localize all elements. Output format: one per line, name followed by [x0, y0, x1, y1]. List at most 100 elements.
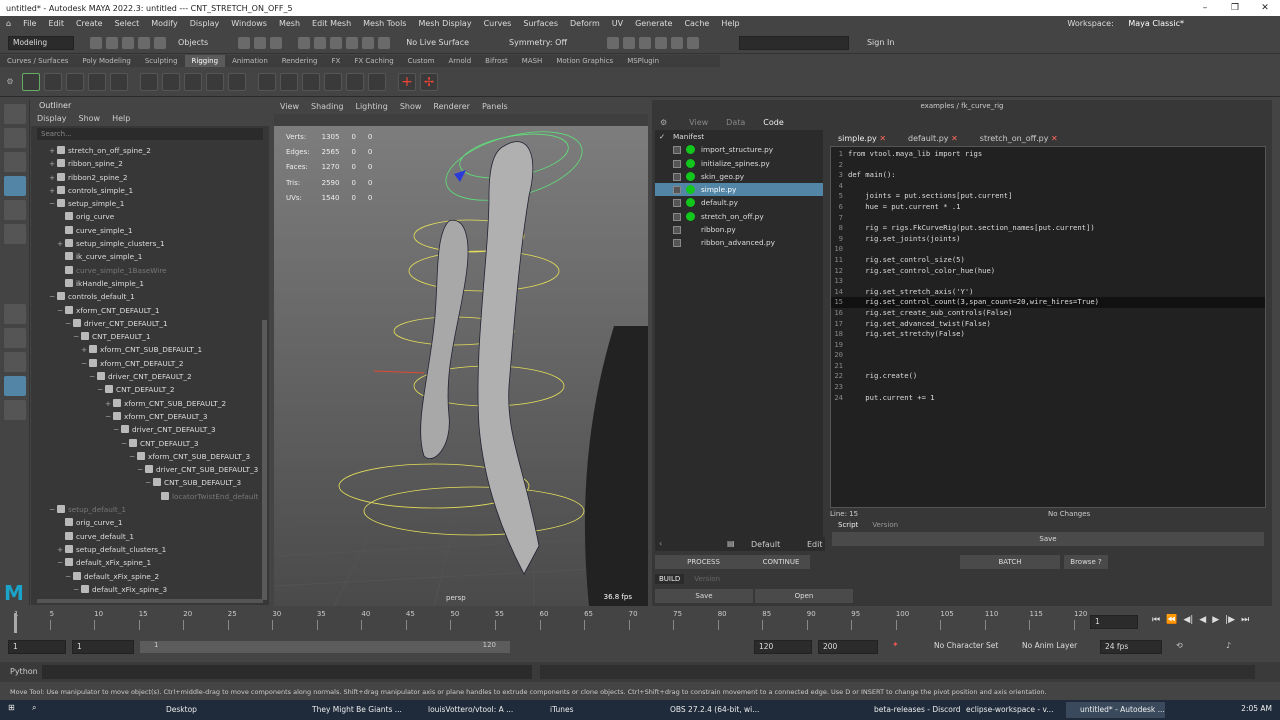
- outliner-node[interactable]: + xform_CNT_SUB_DEFAULT_1: [31, 343, 261, 356]
- expand-toggle-icon[interactable]: −: [113, 423, 121, 436]
- file-tab-default[interactable]: default.py ✕: [908, 134, 958, 143]
- menu-set-dropdown[interactable]: Modeling: [8, 35, 74, 50]
- wrap-icon[interactable]: [228, 72, 246, 91]
- outliner-scrollbar[interactable]: [262, 320, 267, 600]
- menu-edit-mesh[interactable]: Edit Mesh: [306, 16, 357, 32]
- magnet-icon[interactable]: [378, 36, 391, 49]
- shelf-tab-rendering[interactable]: Rendering: [275, 55, 325, 67]
- outliner-node[interactable]: − setup_simple_1: [31, 197, 261, 210]
- expand-toggle-icon[interactable]: −: [49, 290, 57, 303]
- outliner-node[interactable]: curve_simple_1: [31, 224, 261, 237]
- menu-mesh-display[interactable]: Mesh Display: [412, 16, 477, 32]
- outliner-node[interactable]: orig_curve_1: [31, 516, 261, 529]
- joint-tool-icon[interactable]: [22, 72, 40, 91]
- outliner-node[interactable]: − default_xFix_spine_1: [31, 556, 261, 569]
- two-layout-icon[interactable]: [4, 352, 26, 372]
- loop-icon[interactable]: ⟲: [1176, 641, 1183, 650]
- four-layout-icon[interactable]: [4, 328, 26, 348]
- outliner-node[interactable]: + controls_simple_1: [31, 184, 261, 197]
- close-button[interactable]: ✕: [1250, 0, 1280, 16]
- collapse-icon[interactable]: ‹: [659, 539, 662, 548]
- cluster-icon[interactable]: [184, 72, 202, 91]
- workspace-value[interactable]: Maya Classic*: [1122, 19, 1190, 28]
- expand-toggle-icon[interactable]: −: [105, 410, 113, 423]
- outliner-node[interactable]: orig_curve: [31, 210, 261, 223]
- snap-plane-icon[interactable]: [346, 36, 359, 49]
- single-layout-icon[interactable]: [4, 304, 26, 324]
- outliner-node[interactable]: ikHandle_simple_1: [31, 277, 261, 290]
- manifest-item[interactable]: ribbon.py: [655, 223, 823, 236]
- menu-mesh-tools[interactable]: Mesh Tools: [357, 16, 412, 32]
- start-frame-field[interactable]: 1: [8, 640, 66, 654]
- expand-toggle-icon[interactable]: +: [49, 184, 57, 197]
- manifest-item[interactable]: skin_geo.py: [655, 170, 823, 183]
- menu-surfaces[interactable]: Surfaces: [517, 16, 564, 32]
- shelf-tab-custom[interactable]: Custom: [401, 55, 442, 67]
- build-open-button[interactable]: Open: [755, 589, 853, 603]
- edit-button[interactable]: Edit: [807, 540, 823, 549]
- save-scene-icon[interactable]: [122, 36, 134, 49]
- taskbar-item[interactable]: louisVottero/vtool: A ...: [414, 702, 513, 718]
- snap-grid-icon[interactable]: [298, 36, 311, 49]
- range-start-field[interactable]: 1: [72, 640, 134, 654]
- taskbar-item[interactable]: OBS 27.2.4 (64-bit, wi...: [656, 702, 759, 718]
- home-icon[interactable]: ⌂: [0, 16, 17, 32]
- step-back-icon[interactable]: ◀|: [1183, 615, 1193, 625]
- expand-toggle-icon[interactable]: +: [81, 343, 89, 356]
- expand-toggle-icon[interactable]: +: [49, 144, 57, 157]
- symmetry-status[interactable]: Symmetry: Off: [509, 38, 567, 47]
- build-save-button[interactable]: Save: [655, 589, 753, 603]
- outliner-node[interactable]: − default_xFix_spine_2: [31, 570, 261, 583]
- manifest-item-checkbox[interactable]: [673, 186, 681, 195]
- taskbar-item[interactable]: iTunes: [536, 702, 574, 718]
- shelf-tab-fx[interactable]: FX: [325, 55, 348, 67]
- shelf-tab-motion-graphics[interactable]: Motion Graphics: [549, 55, 620, 67]
- expand-toggle-icon[interactable]: +: [49, 171, 57, 184]
- go-to-end-icon[interactable]: ⏭: [1241, 615, 1249, 625]
- scale-tool-icon[interactable]: [4, 224, 26, 244]
- shelf-tab-bifrost[interactable]: Bifrost: [478, 55, 515, 67]
- menu-edit[interactable]: Edit: [42, 16, 70, 32]
- input-line[interactable]: [738, 35, 849, 50]
- outliner-menu-display[interactable]: Display: [31, 112, 73, 126]
- select-tool-icon[interactable]: [4, 104, 26, 124]
- range-end-field[interactable]: 120: [754, 640, 812, 654]
- render-view-icon[interactable]: [670, 36, 683, 49]
- tab-code[interactable]: Code: [763, 118, 783, 127]
- manifest-item-checkbox[interactable]: [673, 239, 681, 248]
- outliner-node[interactable]: − xform_CNT_DEFAULT_2: [31, 357, 261, 370]
- manifest-item[interactable]: initialize_spines.py: [655, 157, 823, 170]
- range-bar[interactable]: 1 120: [140, 641, 510, 653]
- batch-button[interactable]: BATCH: [960, 555, 1060, 569]
- menu-deform[interactable]: Deform: [564, 16, 606, 32]
- outliner-node[interactable]: − CNT_SUB_DEFAULT_3: [31, 476, 261, 489]
- viewport-menu-lighting[interactable]: Lighting: [349, 100, 393, 114]
- aim-constraint-icon[interactable]: [280, 72, 298, 91]
- outliner-h-scrollbar[interactable]: [37, 599, 263, 603]
- taskbar-item[interactable]: eclipse-workspace - v...: [952, 702, 1054, 718]
- expand-toggle-icon[interactable]: −: [97, 383, 105, 396]
- command-language[interactable]: Python: [10, 667, 38, 676]
- workspace-selector[interactable]: Workspace: Maya Classic*: [1061, 16, 1190, 32]
- select-by-object-icon[interactable]: [254, 36, 267, 49]
- manifest-item[interactable]: import_structure.py: [655, 143, 823, 156]
- sound-icon[interactable]: ♪: [1226, 641, 1231, 650]
- menu-uv[interactable]: UV: [606, 16, 629, 32]
- tab-version[interactable]: Version: [872, 521, 898, 529]
- browse-button[interactable]: Browse ?: [1064, 555, 1108, 569]
- open-scene-icon[interactable]: [106, 36, 118, 49]
- tab-view[interactable]: View: [689, 118, 708, 127]
- manifest-item[interactable]: stretch_on_off.py: [655, 210, 823, 223]
- close-tab-icon[interactable]: ✕: [951, 134, 958, 143]
- viewport-menu-show[interactable]: Show: [394, 100, 428, 114]
- mirror-joint-icon[interactable]: [88, 72, 106, 91]
- outliner-node[interactable]: − xform_CNT_DEFAULT_1: [31, 304, 261, 317]
- manifest-item-checkbox[interactable]: [673, 146, 681, 155]
- bind-skin-icon[interactable]: [140, 72, 158, 91]
- play-icon[interactable]: ▶: [1212, 615, 1219, 625]
- select-by-hierarchy-icon[interactable]: [238, 36, 251, 49]
- select-by-component-icon[interactable]: [270, 36, 283, 49]
- go-to-start-icon[interactable]: ⏮: [1152, 615, 1160, 625]
- save-script-button[interactable]: Save: [832, 532, 1264, 546]
- menu-help[interactable]: Help: [715, 16, 745, 32]
